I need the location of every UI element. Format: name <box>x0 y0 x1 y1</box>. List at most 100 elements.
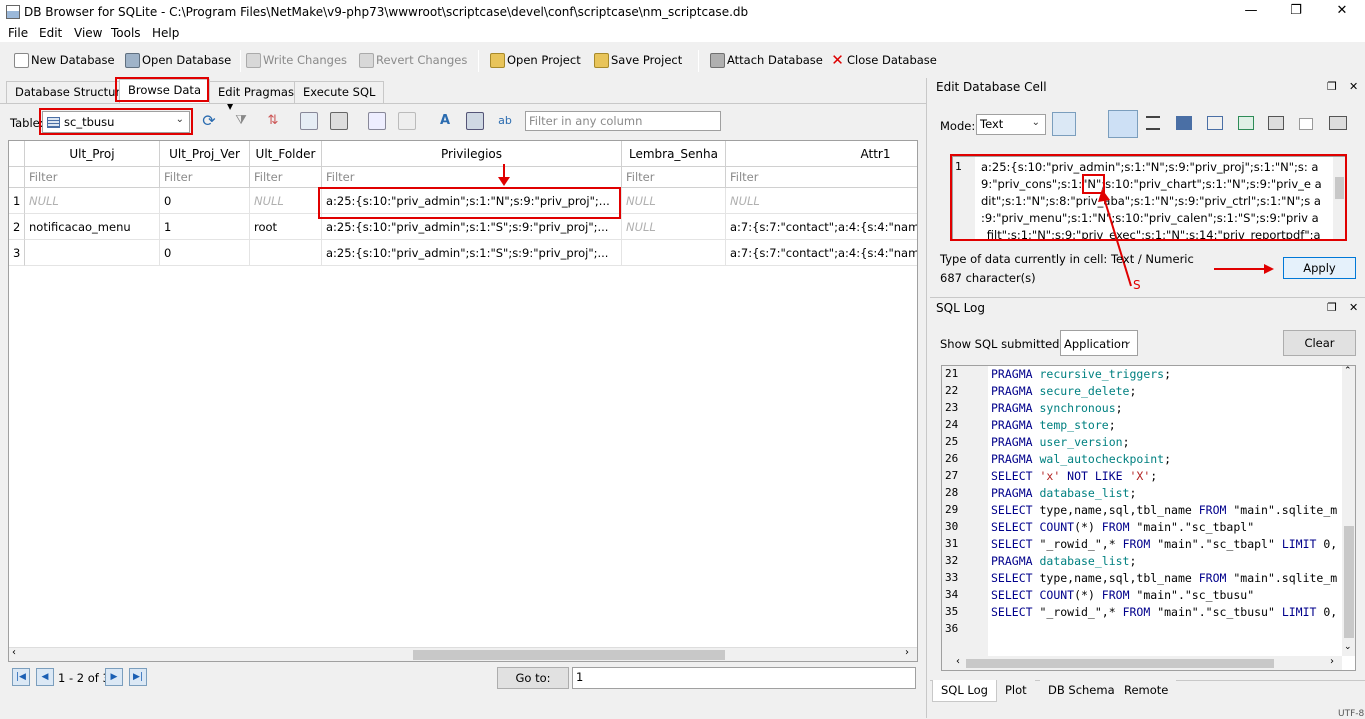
auto-format-icon[interactable] <box>1052 112 1076 136</box>
tab-plot[interactable]: Plot <box>997 680 1035 700</box>
table-cell[interactable]: notificacao_menu <box>25 214 160 240</box>
column-filter-input[interactable]: Filter <box>160 167 250 188</box>
table-cell[interactable]: a:7:{s:7:"contact";a:4:{s:4:"nam <box>726 240 917 266</box>
row-number[interactable]: 3 <box>9 240 25 266</box>
clear-filters-icon[interactable]: ⧩ <box>232 112 250 130</box>
mode-select[interactable]: Text ⌄ <box>976 114 1046 135</box>
horizontal-scrollbar[interactable]: ‹ › <box>9 647 917 661</box>
scroll-down-icon[interactable]: ⌄ <box>1344 642 1352 652</box>
table-cell[interactable]: 0 <box>160 240 250 266</box>
insert-record-icon[interactable] <box>368 112 386 130</box>
column-filter-input[interactable]: Filter <box>322 167 622 188</box>
next-record-icon[interactable]: ▶ <box>105 668 123 686</box>
table-cell[interactable] <box>25 240 160 266</box>
close-panel-icon[interactable]: ✕ <box>1349 301 1358 314</box>
print-icon[interactable] <box>330 112 348 130</box>
sql-log-vertical-scrollbar[interactable]: ⌃ ⌄ <box>1342 366 1355 656</box>
save-table-icon[interactable] <box>300 112 318 130</box>
table-cell[interactable]: NULL <box>726 188 917 214</box>
scroll-left-icon[interactable]: ‹ <box>12 647 16 658</box>
clear-sorting-icon[interactable]: ⇅ <box>264 112 282 130</box>
menu-help[interactable]: Help <box>152 26 179 40</box>
column-header[interactable]: Ult_Proj <box>25 141 160 167</box>
goto-button[interactable]: Go to: <box>497 667 569 689</box>
scroll-right-icon[interactable]: › <box>905 647 909 658</box>
tab-execute-sql[interactable]: Execute SQL <box>294 81 385 103</box>
print-cell-icon[interactable] <box>1329 116 1347 130</box>
import-icon[interactable] <box>1176 116 1192 130</box>
scrollbar-thumb[interactable] <box>1344 526 1354 638</box>
table-cell[interactable]: root <box>250 214 322 240</box>
last-record-icon[interactable]: ▶| <box>129 668 147 686</box>
open-external-icon[interactable] <box>1238 116 1254 130</box>
clear-cell-icon[interactable] <box>1299 118 1313 130</box>
menu-edit[interactable]: Edit <box>39 26 62 40</box>
column-filter-input[interactable]: Filter <box>726 167 917 188</box>
export-icon[interactable] <box>1207 116 1223 130</box>
table-cell[interactable]: NULL <box>622 188 726 214</box>
restore-button[interactable]: ❐ <box>1281 2 1311 22</box>
column-header[interactable]: Attr1 <box>726 141 917 167</box>
close-database-button[interactable]: ✕ Close Database <box>830 50 937 70</box>
column-header[interactable]: Lembra_Senha <box>622 141 726 167</box>
close-window-button[interactable]: ✕ <box>1327 2 1357 22</box>
attach-database-button[interactable]: Attach Database <box>710 50 823 70</box>
set-encoding-icon[interactable]: ab <box>496 112 514 130</box>
minimize-button[interactable]: — <box>1236 2 1266 22</box>
menu-file[interactable]: File <box>8 26 28 40</box>
indent-icon[interactable] <box>1146 116 1160 130</box>
filter-any-column-input[interactable]: Filter in any column <box>525 111 721 131</box>
menu-tools[interactable]: Tools <box>111 26 141 40</box>
set-null-icon[interactable] <box>1268 116 1284 130</box>
scrollbar-thumb[interactable] <box>966 659 1274 668</box>
scroll-up-icon[interactable]: ⌃ <box>1344 366 1352 376</box>
table-cell[interactable]: a:7:{s:7:"contact";a:4:{s:4:"nam <box>726 214 917 240</box>
column-filter-input[interactable]: Filter <box>25 167 160 188</box>
sql-log-horizontal-scrollbar[interactable]: ‹ › <box>942 656 1342 670</box>
column-header[interactable]: Ult_Folder <box>250 141 322 167</box>
previous-record-icon[interactable]: ◀ <box>36 668 54 686</box>
close-panel-icon[interactable]: ✕ <box>1349 80 1358 93</box>
column-filter-input[interactable]: Filter <box>622 167 726 188</box>
open-project-button[interactable]: Open Project <box>490 50 581 70</box>
column-header[interactable]: Ult_Proj_Ver <box>160 141 250 167</box>
delete-record-icon[interactable] <box>398 112 416 130</box>
goto-input[interactable]: 1 <box>572 667 916 689</box>
table-cell[interactable]: 0 <box>160 188 250 214</box>
tab-sql-log[interactable]: SQL Log <box>932 680 997 702</box>
word-wrap-icon[interactable] <box>1108 110 1138 138</box>
tab-db-schema[interactable]: DB Schema <box>1040 680 1123 700</box>
scroll-left-icon[interactable]: ‹ <box>956 656 960 667</box>
table-cell[interactable] <box>622 240 726 266</box>
float-panel-icon[interactable]: ❐ <box>1327 301 1337 314</box>
apply-button[interactable]: Apply <box>1283 257 1356 279</box>
tab-remote[interactable]: Remote <box>1116 680 1177 700</box>
table-cell[interactable]: NULL <box>622 214 726 240</box>
table-cell[interactable] <box>250 240 322 266</box>
table-cell[interactable]: 1 <box>160 214 250 240</box>
sql-source-select[interactable]: Application ⌄ <box>1060 330 1138 356</box>
scrollbar-thumb[interactable] <box>413 650 725 660</box>
open-database-button[interactable]: Open Database <box>125 50 231 70</box>
row-number[interactable]: 1 <box>9 188 25 214</box>
font-format-icon[interactable]: A <box>436 112 454 130</box>
scroll-right-icon[interactable]: › <box>1330 656 1334 667</box>
table-cell[interactable]: NULL <box>25 188 160 214</box>
menu-view[interactable]: View <box>74 26 102 40</box>
table-cell[interactable]: a:25:{s:10:"priv_admin";s:1:"S";s:9:"pri… <box>322 240 622 266</box>
dock-splitter[interactable] <box>926 78 927 718</box>
first-record-icon[interactable]: |◀ <box>12 668 30 686</box>
corner-header[interactable] <box>9 141 25 167</box>
column-filter-input[interactable]: Filter <box>250 167 322 188</box>
write-changes-button[interactable]: Write Changes <box>246 50 347 70</box>
clear-log-button[interactable]: Clear <box>1283 330 1356 356</box>
float-panel-icon[interactable]: ❐ <box>1327 80 1337 93</box>
column-header[interactable]: Privilegios <box>322 141 622 167</box>
sql-log-view[interactable]: 21 PRAGMA recursive_triggers; 22 PRAGMA se… <box>941 365 1356 671</box>
tab-edit-pragmas[interactable]: Edit Pragmas <box>209 81 303 103</box>
table-cell[interactable]: NULL <box>250 188 322 214</box>
cell-format-icon[interactable] <box>466 112 484 130</box>
revert-changes-button[interactable]: Revert Changes <box>359 50 467 70</box>
save-project-button[interactable]: Save Project <box>594 50 682 70</box>
refresh-icon[interactable]: ⟳ <box>200 112 218 130</box>
